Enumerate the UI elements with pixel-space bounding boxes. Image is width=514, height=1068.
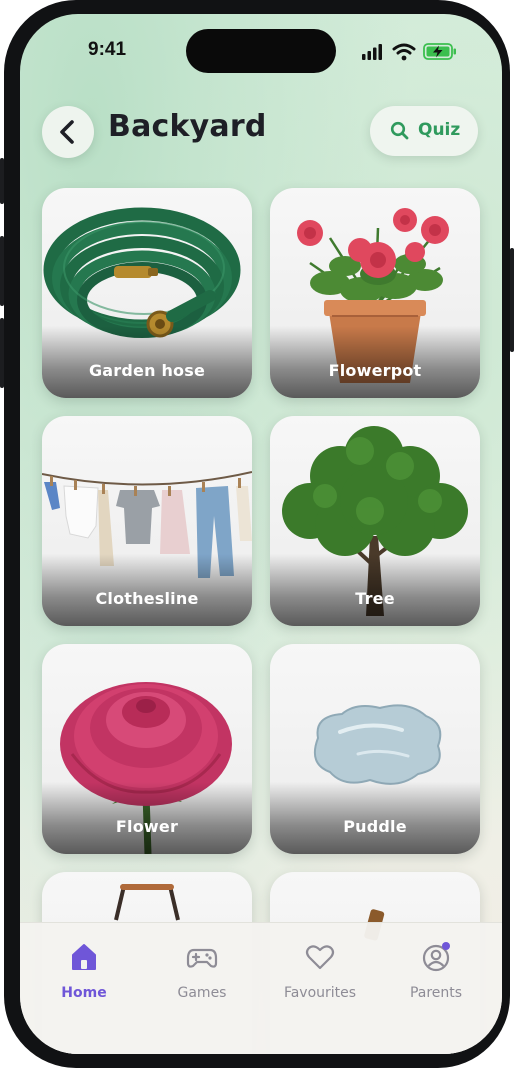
bottom-tab-bar: Home Games Favourites Parents [20,922,502,1054]
battery-charging-icon [423,43,456,60]
item-card-tree[interactable]: Tree [270,416,480,626]
page-title: Backyard [108,109,267,144]
tab-favourites[interactable]: Favourites [270,941,370,1001]
tab-parents[interactable]: Parents [386,941,486,1001]
item-label: Garden hose [88,361,206,380]
tab-label: Parents [409,985,463,1001]
item-label: Puddle [343,817,407,836]
back-button[interactable] [42,106,94,158]
status-icons [362,43,456,61]
wifi-icon [392,43,416,61]
user-circle-icon [422,942,450,972]
tab-label: Games [177,985,227,1001]
item-label: Clothesline [95,589,199,608]
volume-down-button [0,318,4,388]
quiz-button[interactable]: Quiz [370,106,478,156]
item-card-flowerpot[interactable]: Flowerpot [270,188,480,398]
item-card-flower[interactable]: Flower [42,644,252,854]
item-card-clothesline[interactable]: Clothesline [42,416,252,626]
status-bar: 9:41 [20,14,502,74]
search-icon [390,121,409,140]
notification-dot [442,942,450,950]
item-label: Flower [115,817,179,836]
quiz-label: Quiz [418,120,461,140]
item-label: Tree [355,589,395,608]
tab-games[interactable]: Games [152,941,252,1001]
item-card-puddle[interactable]: Puddle [270,644,480,854]
heart-icon [305,945,335,970]
gamepad-icon [186,948,218,968]
silent-switch [0,158,4,204]
item-card-garden-hose[interactable]: Garden hose [42,188,252,398]
home-icon [72,944,96,970]
signal-icon [362,44,382,60]
dynamic-island [186,29,336,73]
chevron-left-icon [60,120,74,144]
tab-label: Home [61,985,107,1001]
item-label: Flowerpot [328,361,422,380]
status-time: 9:41 [88,39,127,60]
volume-up-button [0,236,4,306]
phone-frame: 9:41 Backyard Quiz Garden hose Flowerpot… [0,0,514,1068]
app-screen: 9:41 Backyard Quiz Garden hose Flowerpot… [20,14,502,1054]
power-button [510,248,514,352]
tab-home[interactable]: Home [34,941,134,1001]
tab-label: Favourites [283,985,357,1001]
